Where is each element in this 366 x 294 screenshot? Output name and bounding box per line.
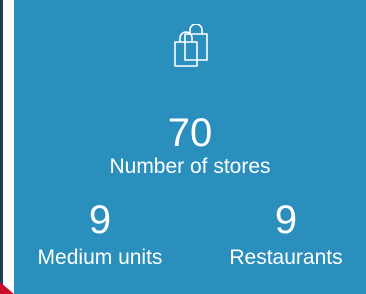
medium-units-label: Medium units: [37, 246, 163, 269]
shopping-bags-icon: [171, 24, 211, 68]
restaurants-count: 9: [274, 198, 298, 242]
left-edge-strip: [0, 0, 3, 294]
corner-marker: [0, 282, 14, 294]
stats-card: 70 Number of stores 9 Medium units 9 Res…: [14, 0, 366, 294]
stores-label: Number of stores: [109, 155, 271, 178]
stores-count: 70: [167, 111, 213, 155]
page: 70 Number of stores 9 Medium units 9 Res…: [0, 0, 366, 294]
restaurants-label: Restaurants: [229, 246, 343, 269]
medium-units-count: 9: [88, 198, 112, 242]
